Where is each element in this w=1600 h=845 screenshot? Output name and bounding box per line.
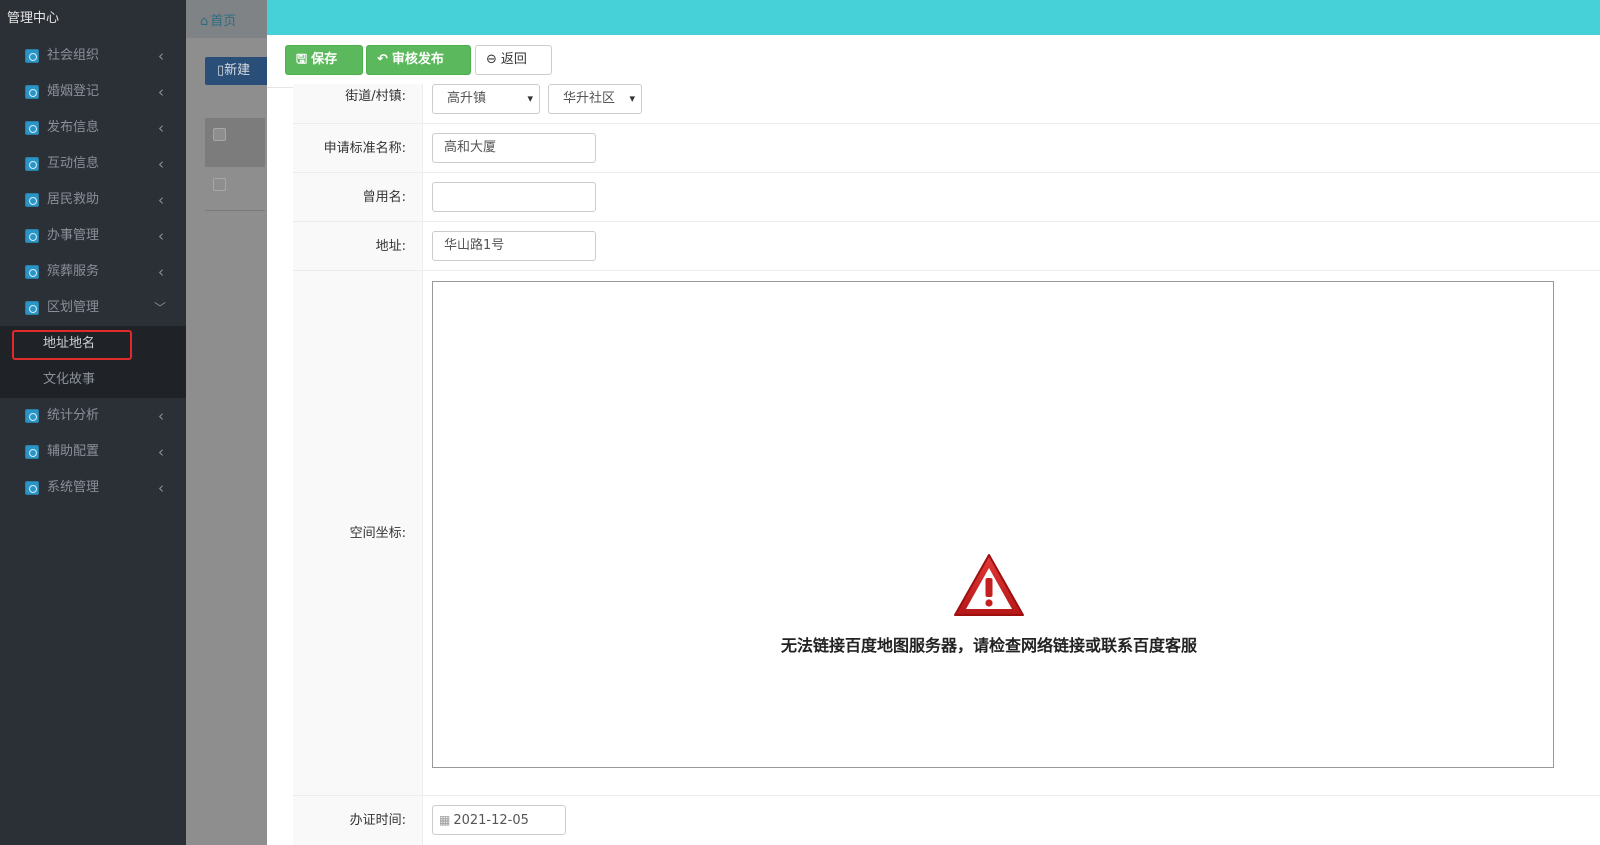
- modal-toolbar: 🖫 保存 ↶ 审核发布 ⊖ 返回: [267, 35, 1600, 88]
- home-tab-label: 首页: [210, 14, 237, 29]
- sidebar-item-statistics[interactable]: 统计分析 ‹: [0, 398, 186, 434]
- brand-title: 管理中心: [7, 11, 60, 26]
- chevron-down-icon: ▾: [629, 92, 635, 105]
- sidebar: 管理中心 社会组织 ‹ 婚姻登记 ‹ 发布信息 ‹ 互动信息 ‹ 居民救助 ‹ …: [0, 0, 186, 845]
- sidebar-item-affairs[interactable]: 办事管理 ‹: [0, 218, 186, 254]
- chevron-left-icon: ‹: [158, 83, 164, 101]
- highlight-box: [12, 330, 132, 360]
- sidebar-item-label: 婚姻登记: [47, 84, 100, 99]
- town-select-value: 高升镇: [447, 91, 487, 106]
- sidebar-item-label: 系统管理: [47, 480, 100, 495]
- publish-button[interactable]: ↶ 审核发布: [366, 45, 471, 75]
- home-tab[interactable]: ⌂ 首页: [200, 10, 236, 29]
- menu-icon: [25, 85, 39, 99]
- new-button[interactable]: ▯新建: [205, 57, 275, 85]
- community-select[interactable]: 华升社区 ▾: [548, 84, 642, 114]
- circle-arrow-left-icon: ⊖: [486, 52, 497, 67]
- alias-label: 曾用名:: [293, 173, 423, 221]
- menu-icon: [25, 481, 39, 495]
- sidebar-item-division[interactable]: 区划管理 ﹀: [0, 290, 186, 326]
- sidebar-item-marriage[interactable]: 婚姻登记 ‹: [0, 74, 186, 110]
- chevron-left-icon: ‹: [158, 191, 164, 209]
- menu-icon: [25, 121, 39, 135]
- std-name-input[interactable]: 高和大厦: [432, 133, 596, 163]
- sidebar-item-funeral[interactable]: 殡葬服务 ‹: [0, 254, 186, 290]
- chevron-left-icon: ‹: [158, 119, 164, 137]
- chevron-left-icon: ‹: [158, 263, 164, 281]
- map-container[interactable]: 无法链接百度地图服务器，请检查网络链接或联系百度客服: [432, 281, 1554, 768]
- menu-icon: [25, 193, 39, 207]
- chevron-left-icon: ‹: [158, 47, 164, 65]
- form-row-issue-date: 办证时间: ▦ 2021-12-05: [293, 796, 1600, 845]
- chevron-left-icon: ‹: [158, 443, 164, 461]
- back-button-label: 返回: [500, 52, 527, 67]
- sidebar-item-label: 办事管理: [47, 228, 100, 243]
- background-table-header: [205, 118, 265, 167]
- form-row-alias: 曾用名:: [293, 173, 1600, 222]
- issue-date-label: 办证时间:: [293, 796, 423, 845]
- menu-icon: [25, 301, 39, 315]
- publish-button-label: 审核发布: [391, 52, 444, 67]
- sidebar-item-label: 辅助配置: [47, 444, 100, 459]
- sidebar-item-label: 居民救助: [47, 192, 100, 207]
- new-button-label: 新建: [224, 63, 251, 78]
- menu-icon: [25, 265, 39, 279]
- sidebar-item-label: 文化故事: [43, 372, 96, 387]
- sidebar-item-label: 互动信息: [47, 156, 100, 171]
- save-button-label: 保存: [311, 52, 338, 67]
- back-button[interactable]: ⊖ 返回: [475, 45, 552, 75]
- sidebar-item-interaction[interactable]: 互动信息 ‹: [0, 146, 186, 182]
- address-form: 街道/村镇: 高升镇 ▾ 华升社区 ▾ 申请标准名称: 高和大厦 曾用名: 地址…: [293, 84, 1600, 845]
- sidebar-item-social-org[interactable]: 社会组织 ‹: [0, 38, 186, 74]
- coords-label: 空间坐标:: [293, 271, 423, 795]
- chevron-left-icon: ‹: [158, 155, 164, 173]
- menu-icon: [25, 229, 39, 243]
- menu-icon: [25, 409, 39, 423]
- sidebar-item-relief[interactable]: 居民救助 ‹: [0, 182, 186, 218]
- save-button[interactable]: 🖫 保存: [285, 45, 363, 75]
- menu-icon: [25, 445, 39, 459]
- menu-icon: [25, 49, 39, 63]
- address-input[interactable]: 华山路1号: [432, 231, 596, 261]
- chevron-down-icon: ﹀: [153, 301, 166, 315]
- chevron-left-icon: ‹: [158, 227, 164, 245]
- reply-icon: ↶: [377, 52, 388, 67]
- sidebar-item-label: 发布信息: [47, 120, 100, 135]
- street-label: 街道/村镇:: [293, 84, 423, 123]
- sidebar-item-publish-info[interactable]: 发布信息 ‹: [0, 110, 186, 146]
- map-error-message: 无法链接百度地图服务器，请检查网络链接或联系百度客服: [780, 636, 1197, 655]
- alias-input[interactable]: [432, 182, 596, 212]
- select-all-checkbox[interactable]: [213, 128, 226, 141]
- sidebar-item-label: 殡葬服务: [47, 264, 100, 279]
- menu-icon: [25, 157, 39, 171]
- chevron-down-icon: ▾: [527, 92, 533, 105]
- sidebar-item-system[interactable]: 系统管理 ‹: [0, 470, 186, 506]
- modal-header: [267, 0, 1600, 35]
- std-name-label: 申请标准名称:: [293, 124, 423, 172]
- calendar-icon: ▦: [439, 813, 451, 827]
- form-row-street: 街道/村镇: 高升镇 ▾ 华升社区 ▾: [293, 84, 1600, 124]
- divider: [205, 210, 265, 211]
- edit-modal: 🖫 保存 ↶ 审核发布 ⊖ 返回 街道/村镇: 高升镇 ▾ 华升社区 ▾ 申请标…: [267, 0, 1600, 845]
- home-icon: ⌂: [200, 14, 209, 29]
- community-select-value: 华升社区: [563, 91, 616, 106]
- sidebar-item-label: 统计分析: [47, 408, 100, 423]
- form-row-coords: 空间坐标: 无法链接百度地图服务器，请检查网络链接或联系百度客服: [293, 271, 1600, 796]
- chevron-left-icon: ‹: [158, 407, 164, 425]
- save-icon: 🖫: [296, 52, 308, 67]
- chevron-left-icon: ‹: [158, 479, 164, 497]
- address-label: 地址:: [293, 222, 423, 270]
- sidebar-item-label: 区划管理: [47, 300, 100, 315]
- form-row-std-name: 申请标准名称: 高和大厦: [293, 124, 1600, 173]
- sidebar-item-culture-story[interactable]: 文化故事: [0, 362, 186, 398]
- form-row-address: 地址: 华山路1号: [293, 222, 1600, 271]
- town-select[interactable]: 高升镇 ▾: [432, 84, 540, 114]
- sidebar-item-aux-config[interactable]: 辅助配置 ‹: [0, 434, 186, 470]
- issue-date-value: 2021-12-05: [453, 813, 529, 828]
- sidebar-item-label: 社会组织: [47, 48, 100, 63]
- warning-icon: [954, 554, 1024, 616]
- row-checkbox[interactable]: [213, 178, 226, 191]
- map-error: 无法链接百度地图服务器，请检查网络链接或联系百度客服: [435, 552, 1543, 656]
- issue-date-input[interactable]: ▦ 2021-12-05: [432, 805, 566, 835]
